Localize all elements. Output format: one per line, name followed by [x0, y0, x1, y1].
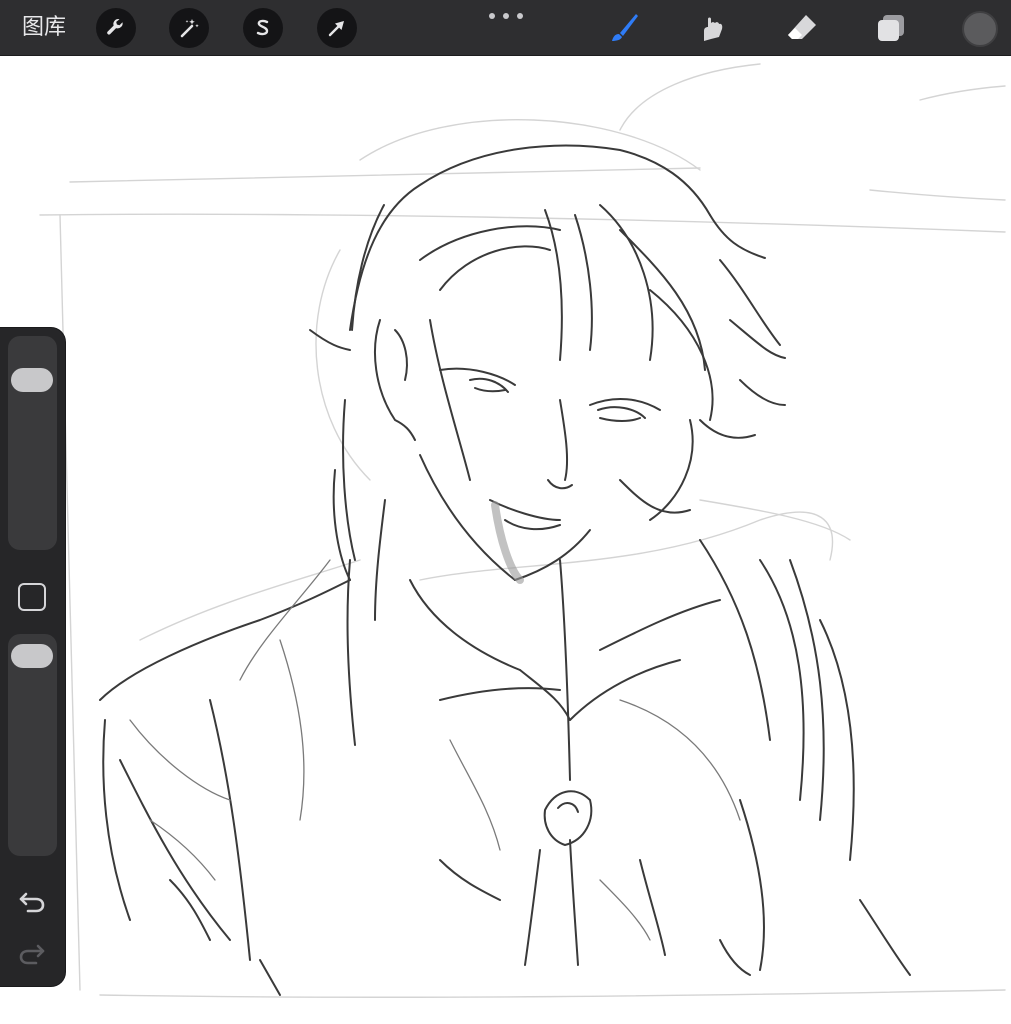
- modifier-square-icon[interactable]: [18, 583, 46, 611]
- transform-arrow-icon[interactable]: [317, 8, 357, 48]
- eraser-icon[interactable]: [782, 8, 822, 48]
- smudge-icon[interactable]: [692, 8, 732, 48]
- opacity-thumb[interactable]: [11, 644, 53, 668]
- actions-wrench-icon[interactable]: [96, 8, 136, 48]
- adjustments-magic-wand-icon[interactable]: [169, 8, 209, 48]
- top-toolbar: 图库: [0, 0, 1011, 56]
- undo-icon[interactable]: [16, 888, 48, 916]
- opacity-slider[interactable]: [8, 634, 57, 856]
- more-dots-icon[interactable]: [489, 10, 523, 22]
- sketch-drawing: [39, 63, 1006, 998]
- brush-icon[interactable]: [603, 8, 643, 48]
- drawing-canvas[interactable]: [0, 56, 1011, 1024]
- brush-size-slider[interactable]: [8, 336, 57, 550]
- redo-icon[interactable]: [16, 940, 48, 968]
- color-picker-swatch[interactable]: [962, 11, 998, 47]
- gallery-button[interactable]: 图库: [22, 13, 66, 43]
- brush-size-thumb[interactable]: [11, 368, 53, 392]
- selection-s-icon[interactable]: [243, 8, 283, 48]
- left-sidebar: [0, 328, 65, 986]
- layers-icon[interactable]: [871, 8, 911, 48]
